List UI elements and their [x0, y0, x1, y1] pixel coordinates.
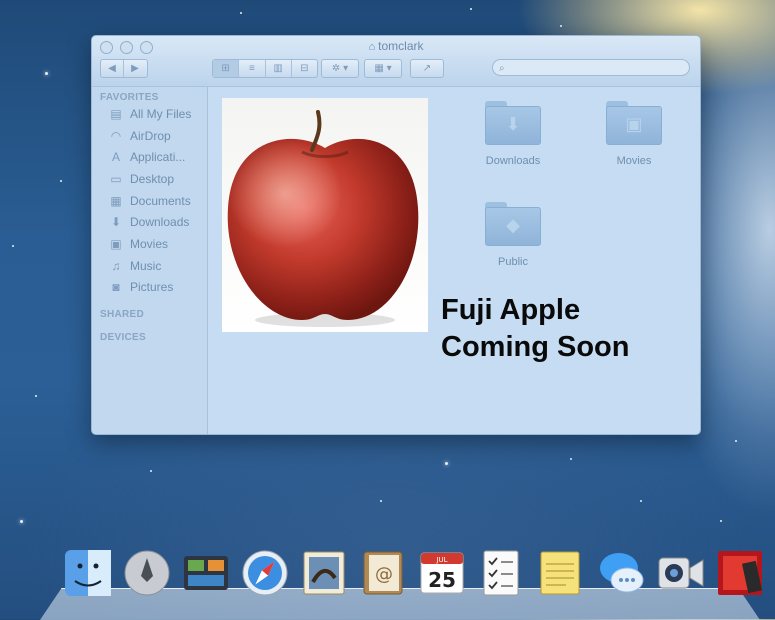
- home-icon: ⌂: [368, 41, 376, 53]
- svg-text:JUL: JUL: [435, 556, 447, 564]
- airdrop-icon: ◠: [110, 128, 122, 143]
- sidebar-item-all-my-files[interactable]: ▤ All My Files: [92, 103, 207, 125]
- movies-folder-icon: ▣: [606, 101, 662, 145]
- title-bar[interactable]: ⌂ tomclark ◀ ▶ ⊞ ≡ ▥ ⊟ ✲ ▾ ▦ ▾ ↗ ⌕: [92, 36, 700, 87]
- mail-icon[interactable]: [299, 548, 349, 598]
- promo-caption: Fuji Apple Coming Soon: [441, 294, 630, 363]
- list-view-button[interactable]: ≡: [239, 60, 266, 77]
- reminders-icon[interactable]: [476, 548, 526, 598]
- mission-control-icon[interactable]: [181, 548, 231, 598]
- sidebar-item-pictures[interactable]: ◙ Pictures: [92, 277, 207, 299]
- folder-public[interactable]: ◆ Public: [468, 202, 558, 268]
- folder-downloads[interactable]: ⬇ Downloads: [468, 101, 558, 167]
- folder-movies[interactable]: ▣ Movies: [589, 101, 679, 167]
- share-button[interactable]: ↗: [410, 59, 444, 78]
- svg-text:@: @: [375, 564, 393, 585]
- folder-label: Downloads: [485, 155, 541, 167]
- apple-image: [222, 98, 428, 332]
- movies-icon: ▣: [110, 236, 122, 251]
- notes-icon[interactable]: [535, 548, 585, 598]
- window-title: ⌂ tomclark: [368, 39, 424, 53]
- messages-icon[interactable]: [597, 548, 647, 598]
- back-button[interactable]: ◀: [101, 60, 124, 77]
- sidebar-item-movies[interactable]: ▣ Movies: [92, 233, 207, 255]
- downloads-icon: ⬇: [110, 215, 122, 230]
- column-view-button[interactable]: ▥: [266, 60, 292, 77]
- finder-icon[interactable]: [63, 548, 113, 598]
- launchpad-icon[interactable]: [122, 548, 172, 598]
- view-mode-control: ⊞ ≡ ▥ ⊟: [212, 59, 318, 78]
- arrange-menu-button[interactable]: ▦ ▾: [364, 59, 402, 78]
- photo-booth-icon[interactable]: [715, 548, 765, 598]
- applications-icon: A: [111, 150, 120, 165]
- desktop-icon: ▭: [110, 171, 122, 186]
- folder-label: Public: [498, 256, 528, 268]
- search-input[interactable]: ⌕: [492, 59, 690, 76]
- apple-illustration: [227, 110, 419, 327]
- sidebar-section-shared: SHARED: [100, 309, 145, 321]
- share-icon: ↗: [422, 63, 432, 74]
- calendar-icon[interactable]: JUL 25: [417, 548, 467, 598]
- forward-button[interactable]: ▶: [124, 60, 146, 77]
- facetime-icon[interactable]: [656, 548, 706, 598]
- pictures-icon: ◙: [112, 280, 120, 295]
- sidebar-section-devices: DEVICES: [100, 332, 147, 344]
- cover-flow-button[interactable]: ⊟: [292, 60, 317, 77]
- files-icon: ▤: [110, 106, 122, 121]
- sidebar-item-desktop[interactable]: ▭ Desktop: [92, 168, 207, 190]
- gear-icon: ✲ ▾: [331, 63, 349, 74]
- back-forward-control: ◀ ▶: [100, 59, 148, 78]
- action-menu-button[interactable]: ✲ ▾: [321, 59, 359, 78]
- downloads-folder-icon: ⬇: [485, 101, 541, 145]
- public-folder-icon: ◆: [485, 202, 541, 246]
- icon-view-button[interactable]: ⊞: [213, 60, 240, 77]
- arrange-icon: ▦ ▾: [374, 63, 392, 74]
- documents-icon: ▦: [110, 193, 122, 208]
- safari-icon[interactable]: [240, 548, 290, 598]
- sidebar-item-airdrop[interactable]: ◠ AirDrop: [92, 125, 207, 147]
- sidebar-item-music[interactable]: ♫ Music: [92, 255, 207, 277]
- search-icon: ⌕: [499, 63, 505, 74]
- music-icon: ♫: [111, 258, 121, 273]
- calendar-day: 25: [428, 568, 456, 592]
- sidebar-item-documents[interactable]: ▦ Documents: [92, 190, 207, 212]
- folder-label: Movies: [616, 155, 652, 167]
- contacts-icon[interactable]: @: [358, 548, 408, 598]
- sidebar: FAVORITES ▤ All My Files ◠ AirDrop A App…: [92, 87, 208, 434]
- sidebar-item-applications[interactable]: A Applicati...: [92, 146, 207, 168]
- sidebar-section-favorites: FAVORITES: [100, 92, 159, 103]
- sidebar-item-downloads[interactable]: ⬇ Downloads: [92, 211, 207, 233]
